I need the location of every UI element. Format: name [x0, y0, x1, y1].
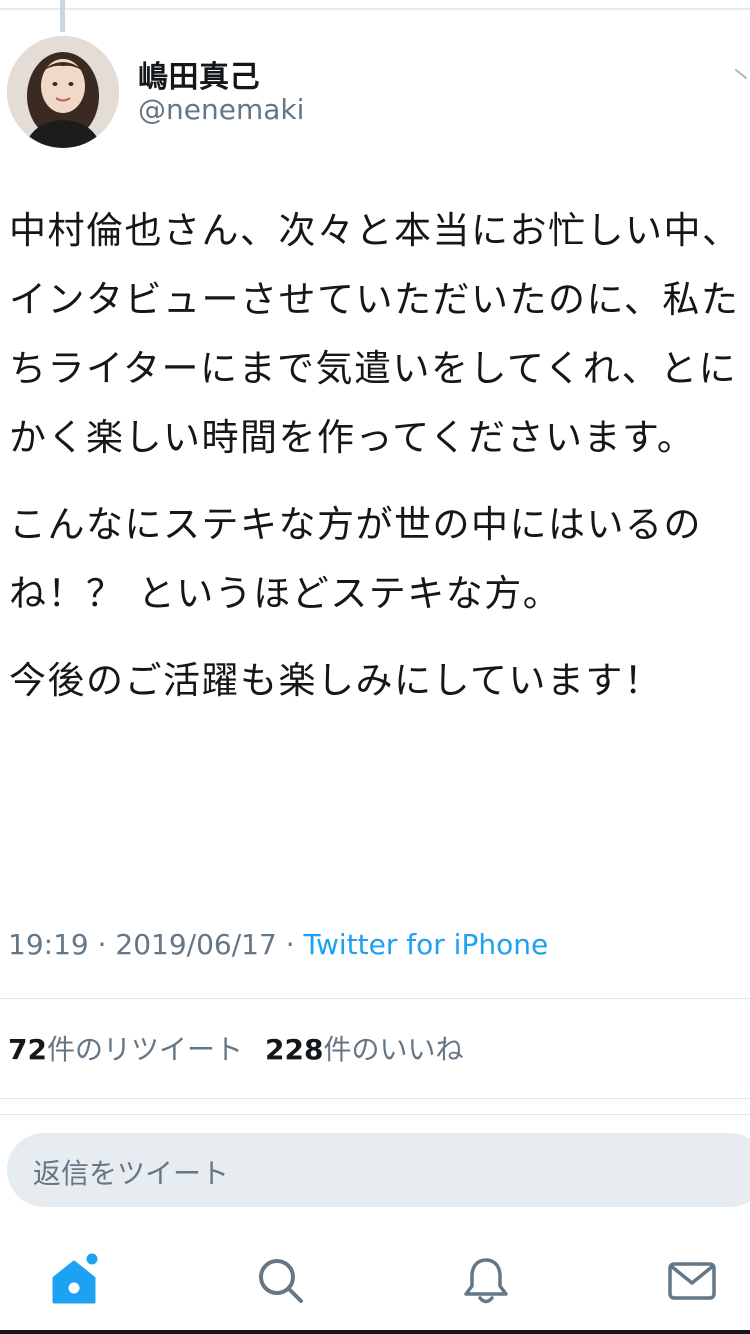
home-icon — [52, 1253, 98, 1304]
meta-separator: · — [285, 928, 295, 961]
bottom-tab-bar — [0, 1240, 750, 1320]
chevron-down-icon[interactable] — [734, 66, 750, 82]
tweet-meta: 19:19 · 2019/06/17 · Twitter for iPhone — [8, 928, 548, 961]
retweet-label: 件のリツイート — [46, 1033, 243, 1066]
tweet-text: 中村倫也さん、次々と本当にお忙しい中、インタビューさせていただいたのに、私たちラ… — [9, 196, 741, 733]
avatar[interactable] — [7, 36, 119, 148]
search-icon — [259, 1259, 303, 1303]
divider — [0, 1114, 750, 1115]
tab-home[interactable] — [46, 1252, 102, 1308]
divider — [0, 1098, 750, 1099]
tweet-time: 19:19 — [8, 928, 89, 961]
retweet-count: 72 — [8, 1033, 47, 1066]
like-count: 228 — [264, 1033, 324, 1066]
mail-icon — [668, 1262, 716, 1300]
bottom-edge — [0, 1330, 750, 1334]
tweet-paragraph: 中村倫也さん、次々と本当にお忙しい中、インタビューさせていただいたのに、私たちラ… — [9, 209, 741, 459]
tweet-paragraph: こんなにステキな方が世の中にはいるのね！？ というほどステキな方。 — [9, 503, 702, 615]
divider — [0, 998, 750, 999]
reply-input[interactable]: 返信をツイート — [7, 1133, 750, 1207]
like-label: 件のいいね — [323, 1033, 464, 1066]
meta-separator: · — [97, 928, 107, 961]
thread-connector-line — [60, 0, 65, 32]
retweets-stat[interactable]: 72件のリツイート — [8, 1033, 243, 1066]
reply-placeholder: 返信をツイート — [33, 1157, 230, 1190]
tab-search[interactable] — [252, 1252, 308, 1308]
bell-icon — [464, 1258, 508, 1304]
tweet-date: 2019/06/17 — [115, 928, 277, 961]
author-handle[interactable]: @nenemaki — [138, 93, 304, 126]
author-display-name[interactable]: 嶋田真己 — [138, 52, 260, 96]
tab-notifications[interactable] — [458, 1252, 514, 1308]
tweet-source-link[interactable]: Twitter for iPhone — [304, 928, 549, 961]
top-divider — [0, 8, 750, 10]
likes-stat[interactable]: 228件のいいね — [265, 1033, 463, 1066]
tab-messages[interactable] — [664, 1252, 720, 1308]
notification-badge-dot — [86, 1253, 98, 1265]
tweet-stats: 72件のリツイート 228件のいいね — [8, 1028, 463, 1068]
tweet-paragraph: 今後のご活躍も楽しみにしています！ — [9, 659, 663, 702]
